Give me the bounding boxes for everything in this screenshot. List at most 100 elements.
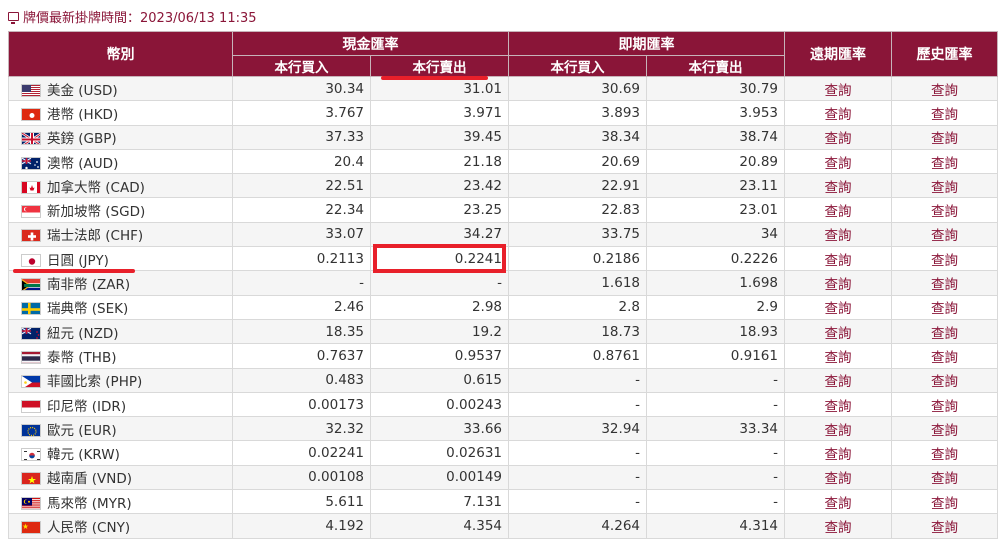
history-rate-query-link[interactable]: 查詢: [891, 197, 998, 223]
spot-buy-cell: -: [508, 367, 647, 393]
history-rate-query-link[interactable]: 查詢: [891, 440, 998, 466]
history-rate-query-link[interactable]: 查詢: [891, 173, 998, 199]
forward-rate-query-link[interactable]: 查詢: [784, 513, 892, 539]
header-history-rate: 歷史匯率: [891, 31, 998, 77]
cash-buy-cell: 22.51: [232, 173, 371, 199]
forward-rate-query-link[interactable]: 查詢: [784, 221, 892, 248]
spot-sell-cell: -: [646, 464, 785, 491]
spot-sell-cell: 0.2226: [646, 246, 785, 272]
forward-rate-query-link[interactable]: 查詢: [784, 416, 892, 442]
history-rate-query-link[interactable]: 查詢: [891, 75, 998, 102]
currency-name: 美金 (USD): [47, 82, 118, 99]
cash-sell-cell: 23.25: [370, 197, 509, 223]
cash-buy-cell: 20.4: [232, 148, 371, 175]
table-row: 美金 (USD) 30.34 31.01 30.69 30.79 查詢 查詢: [8, 75, 998, 102]
history-rate-query-link[interactable]: 查詢: [891, 294, 998, 320]
table-row: 瑞典幣 (SEK) 2.46 2.98 2.8 2.9 查詢 查詢: [8, 294, 998, 320]
history-rate-query-link[interactable]: 查詢: [891, 464, 998, 491]
kr-flag-icon: [21, 448, 41, 462]
table-row: 澳幣 (AUD) 20.4 21.18 20.69 20.89 查詢 查詢: [8, 148, 998, 175]
history-rate-query-link[interactable]: 查詢: [891, 100, 998, 126]
forward-rate-query-link[interactable]: 查詢: [784, 100, 892, 126]
currency-name: 紐元 (NZD): [47, 325, 119, 342]
forward-rate-query-link[interactable]: 查詢: [784, 489, 892, 515]
history-rate-query-link[interactable]: 查詢: [891, 124, 998, 150]
cash-buy-cell: 3.767: [232, 100, 371, 126]
history-rate-query-link[interactable]: 查詢: [891, 318, 998, 345]
forward-rate-query-link[interactable]: 查詢: [784, 294, 892, 320]
ph-flag-icon: [21, 375, 41, 389]
table-row: 瑞士法郎 (CHF) 33.07 34.27 33.75 34 查詢 查詢: [8, 221, 998, 248]
cash-buy-cell: 4.192: [232, 513, 371, 539]
forward-rate-query-link[interactable]: 查詢: [784, 367, 892, 393]
my-flag-icon: [21, 496, 41, 510]
currency-name: 韓元 (KRW): [47, 447, 120, 464]
table-row: 港幣 (HKD) 3.767 3.971 3.893 3.953 查詢 查詢: [8, 100, 998, 126]
currency-cell: 越南盾 (VND): [8, 464, 233, 491]
currency-name: 印尼幣 (IDR): [47, 398, 127, 415]
history-rate-query-link[interactable]: 查詢: [891, 367, 998, 393]
history-rate-query-link[interactable]: 查詢: [891, 148, 998, 175]
history-rate-query-link[interactable]: 查詢: [891, 489, 998, 515]
forward-rate-query-link[interactable]: 查詢: [784, 148, 892, 175]
se-flag-icon: [21, 302, 41, 316]
forward-rate-query-link[interactable]: 查詢: [784, 75, 892, 102]
table-row: 日圓 (JPY) 0.2113 0.2241 0.2186 0.2226 查詢 …: [8, 244, 998, 274]
nz-flag-icon: [21, 326, 41, 340]
currency-name: 英鎊 (GBP): [47, 131, 117, 148]
cash-sell-cell: 39.45: [370, 124, 509, 150]
cash-sell-cell: 0.615: [370, 367, 509, 393]
currency-cell: 泰幣 (THB): [8, 343, 233, 369]
header-spot-rate: 即期匯率: [508, 31, 785, 56]
cash-sell-value: 2.98: [471, 299, 502, 316]
last-update-label: 牌價最新掛牌時間：2023/06/13 11:35: [23, 10, 257, 26]
spot-sell-cell: 3.953: [646, 100, 785, 126]
currency-name: 瑞士法郎 (CHF): [47, 228, 144, 245]
spot-buy-cell: 4.264: [508, 513, 647, 539]
spot-sell-cell: 18.93: [646, 318, 785, 345]
spot-sell-cell: 34: [646, 221, 785, 248]
currency-name: 南非幣 (ZAR): [47, 277, 131, 294]
forward-rate-query-link[interactable]: 查詢: [784, 440, 892, 466]
table-row: 加拿大幣 (CAD) 22.51 23.42 22.91 23.11 查詢 查詢: [8, 173, 998, 199]
highlight-underline: [381, 76, 488, 80]
spot-buy-cell: -: [508, 464, 647, 491]
table-row: 菲國比索 (PHP) 0.483 0.615 - - 查詢 查詢: [8, 367, 998, 393]
history-rate-query-link[interactable]: 查詢: [891, 246, 998, 272]
cash-sell-cell: 4.354: [370, 513, 509, 539]
spot-buy-cell: 38.34: [508, 124, 647, 150]
spot-buy-cell: 32.94: [508, 416, 647, 442]
forward-rate-query-link[interactable]: 查詢: [784, 197, 892, 223]
cash-sell-value: -: [497, 275, 502, 292]
cash-buy-cell: -: [232, 270, 371, 296]
currency-cell: 瑞典幣 (SEK): [8, 294, 233, 320]
history-rate-query-link[interactable]: 查詢: [891, 391, 998, 418]
currency-cell: 美金 (USD): [8, 75, 233, 102]
forward-rate-query-link[interactable]: 查詢: [784, 173, 892, 199]
currency-name: 港幣 (HKD): [47, 106, 119, 123]
history-rate-query-link[interactable]: 查詢: [891, 270, 998, 296]
history-rate-query-link[interactable]: 查詢: [891, 343, 998, 369]
currency-name: 人民幣 (CNY): [47, 519, 131, 536]
history-rate-query-link[interactable]: 查詢: [891, 221, 998, 248]
history-rate-query-link[interactable]: 查詢: [891, 513, 998, 539]
cash-sell-value: 34.27: [463, 226, 502, 243]
history-rate-query-link[interactable]: 查詢: [891, 416, 998, 442]
spot-buy-cell: 1.618: [508, 270, 647, 296]
spot-sell-cell: 30.79: [646, 75, 785, 102]
cash-sell-value: 33.66: [463, 420, 502, 437]
forward-rate-query-link[interactable]: 查詢: [784, 270, 892, 296]
us-flag-icon: [21, 83, 41, 97]
currency-name: 加拿大幣 (CAD): [47, 179, 145, 196]
forward-rate-query-link[interactable]: 查詢: [784, 343, 892, 369]
forward-rate-query-link[interactable]: 查詢: [784, 124, 892, 150]
exchange-rate-table: 幣別 現金匯率 即期匯率 遠期匯率 歷史匯率 本行買入 本行賣出 本行買入 本行…: [8, 31, 998, 539]
table-row: 新加坡幣 (SGD) 22.34 23.25 22.83 23.01 查詢 查詢: [8, 197, 998, 223]
za-flag-icon: [21, 278, 41, 292]
vn-flag-icon: [21, 472, 41, 486]
forward-rate-query-link[interactable]: 查詢: [784, 318, 892, 345]
forward-rate-query-link[interactable]: 查詢: [784, 391, 892, 418]
ca-flag-icon: [21, 180, 41, 194]
forward-rate-query-link[interactable]: 查詢: [784, 246, 892, 272]
forward-rate-query-link[interactable]: 查詢: [784, 464, 892, 491]
